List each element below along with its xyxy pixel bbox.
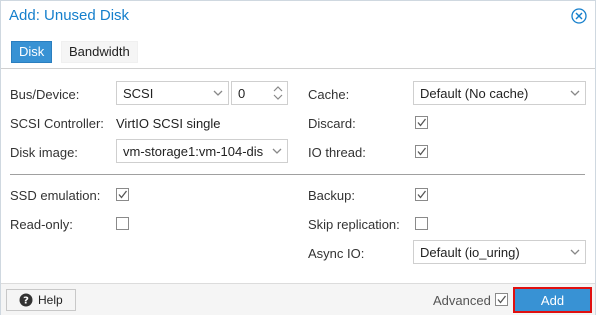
disk-image-value: vm-storage1:vm-104-dis [123, 144, 263, 159]
cache-select[interactable]: Default (No cache) [413, 81, 586, 105]
svg-text:?: ? [23, 296, 29, 307]
discard-label: Discard: [308, 116, 356, 131]
chevron-down-icon [569, 87, 581, 99]
async-io-label: Async IO: [308, 246, 365, 261]
bus-select-value: SCSI [123, 86, 154, 101]
discard-checkbox[interactable] [415, 116, 428, 129]
section-divider [10, 174, 585, 175]
tab-bandwidth[interactable]: Bandwidth [61, 41, 138, 63]
device-number-value: 0 [238, 86, 246, 101]
dialog-footer: ? Help Advanced Add [1, 283, 595, 315]
chevron-down-icon [271, 145, 283, 157]
question-circle-icon: ? [19, 293, 33, 307]
backup-checkbox[interactable] [415, 188, 428, 201]
backup-label: Backup: [308, 188, 355, 203]
help-button[interactable]: ? Help [6, 289, 76, 311]
ssd-emulation-label: SSD emulation: [10, 188, 101, 203]
io-thread-checkbox[interactable] [415, 145, 428, 158]
bus-select[interactable]: SCSI [116, 81, 229, 105]
cache-select-value: Default (No cache) [420, 86, 529, 101]
tab-disk[interactable]: Disk [11, 41, 53, 63]
skip-replication-checkbox[interactable] [415, 217, 428, 230]
spinner-arrows-icon[interactable] [273, 84, 283, 102]
scsi-controller-label: SCSI Controller: [10, 116, 104, 131]
add-disk-dialog: Add: Unused Disk Disk Bandwidth Bus/Devi… [0, 0, 596, 315]
chevron-down-icon [569, 246, 581, 258]
cache-label: Cache: [308, 87, 350, 102]
dialog-titlebar: Add: Unused Disk [1, 1, 595, 32]
scsi-controller-value: VirtIO SCSI single [116, 116, 221, 131]
async-io-select[interactable]: Default (io_uring) [413, 240, 586, 264]
disk-image-select[interactable]: vm-storage1:vm-104-dis [116, 139, 288, 163]
device-number-spinner[interactable]: 0 [231, 81, 288, 105]
disk-image-label: Disk image: [10, 145, 78, 160]
skip-replication-label: Skip replication: [308, 217, 400, 232]
close-icon[interactable] [571, 8, 587, 24]
io-thread-label: IO thread: [308, 145, 366, 160]
dialog-title: Add: Unused Disk [9, 7, 130, 24]
ssd-emulation-checkbox[interactable] [116, 188, 129, 201]
read-only-label: Read-only: [10, 217, 73, 232]
chevron-down-icon [212, 87, 224, 99]
advanced-checkbox[interactable] [495, 293, 508, 306]
add-button[interactable]: Add [513, 287, 592, 313]
advanced-label: Advanced [433, 293, 491, 308]
help-button-label: Help [38, 293, 63, 307]
add-button-label: Add [540, 293, 565, 308]
async-io-select-value: Default (io_uring) [420, 245, 520, 260]
read-only-checkbox[interactable] [116, 217, 129, 230]
tab-bar: Disk Bandwidth [1, 32, 595, 69]
bus-device-label: Bus/Device: [10, 87, 80, 102]
